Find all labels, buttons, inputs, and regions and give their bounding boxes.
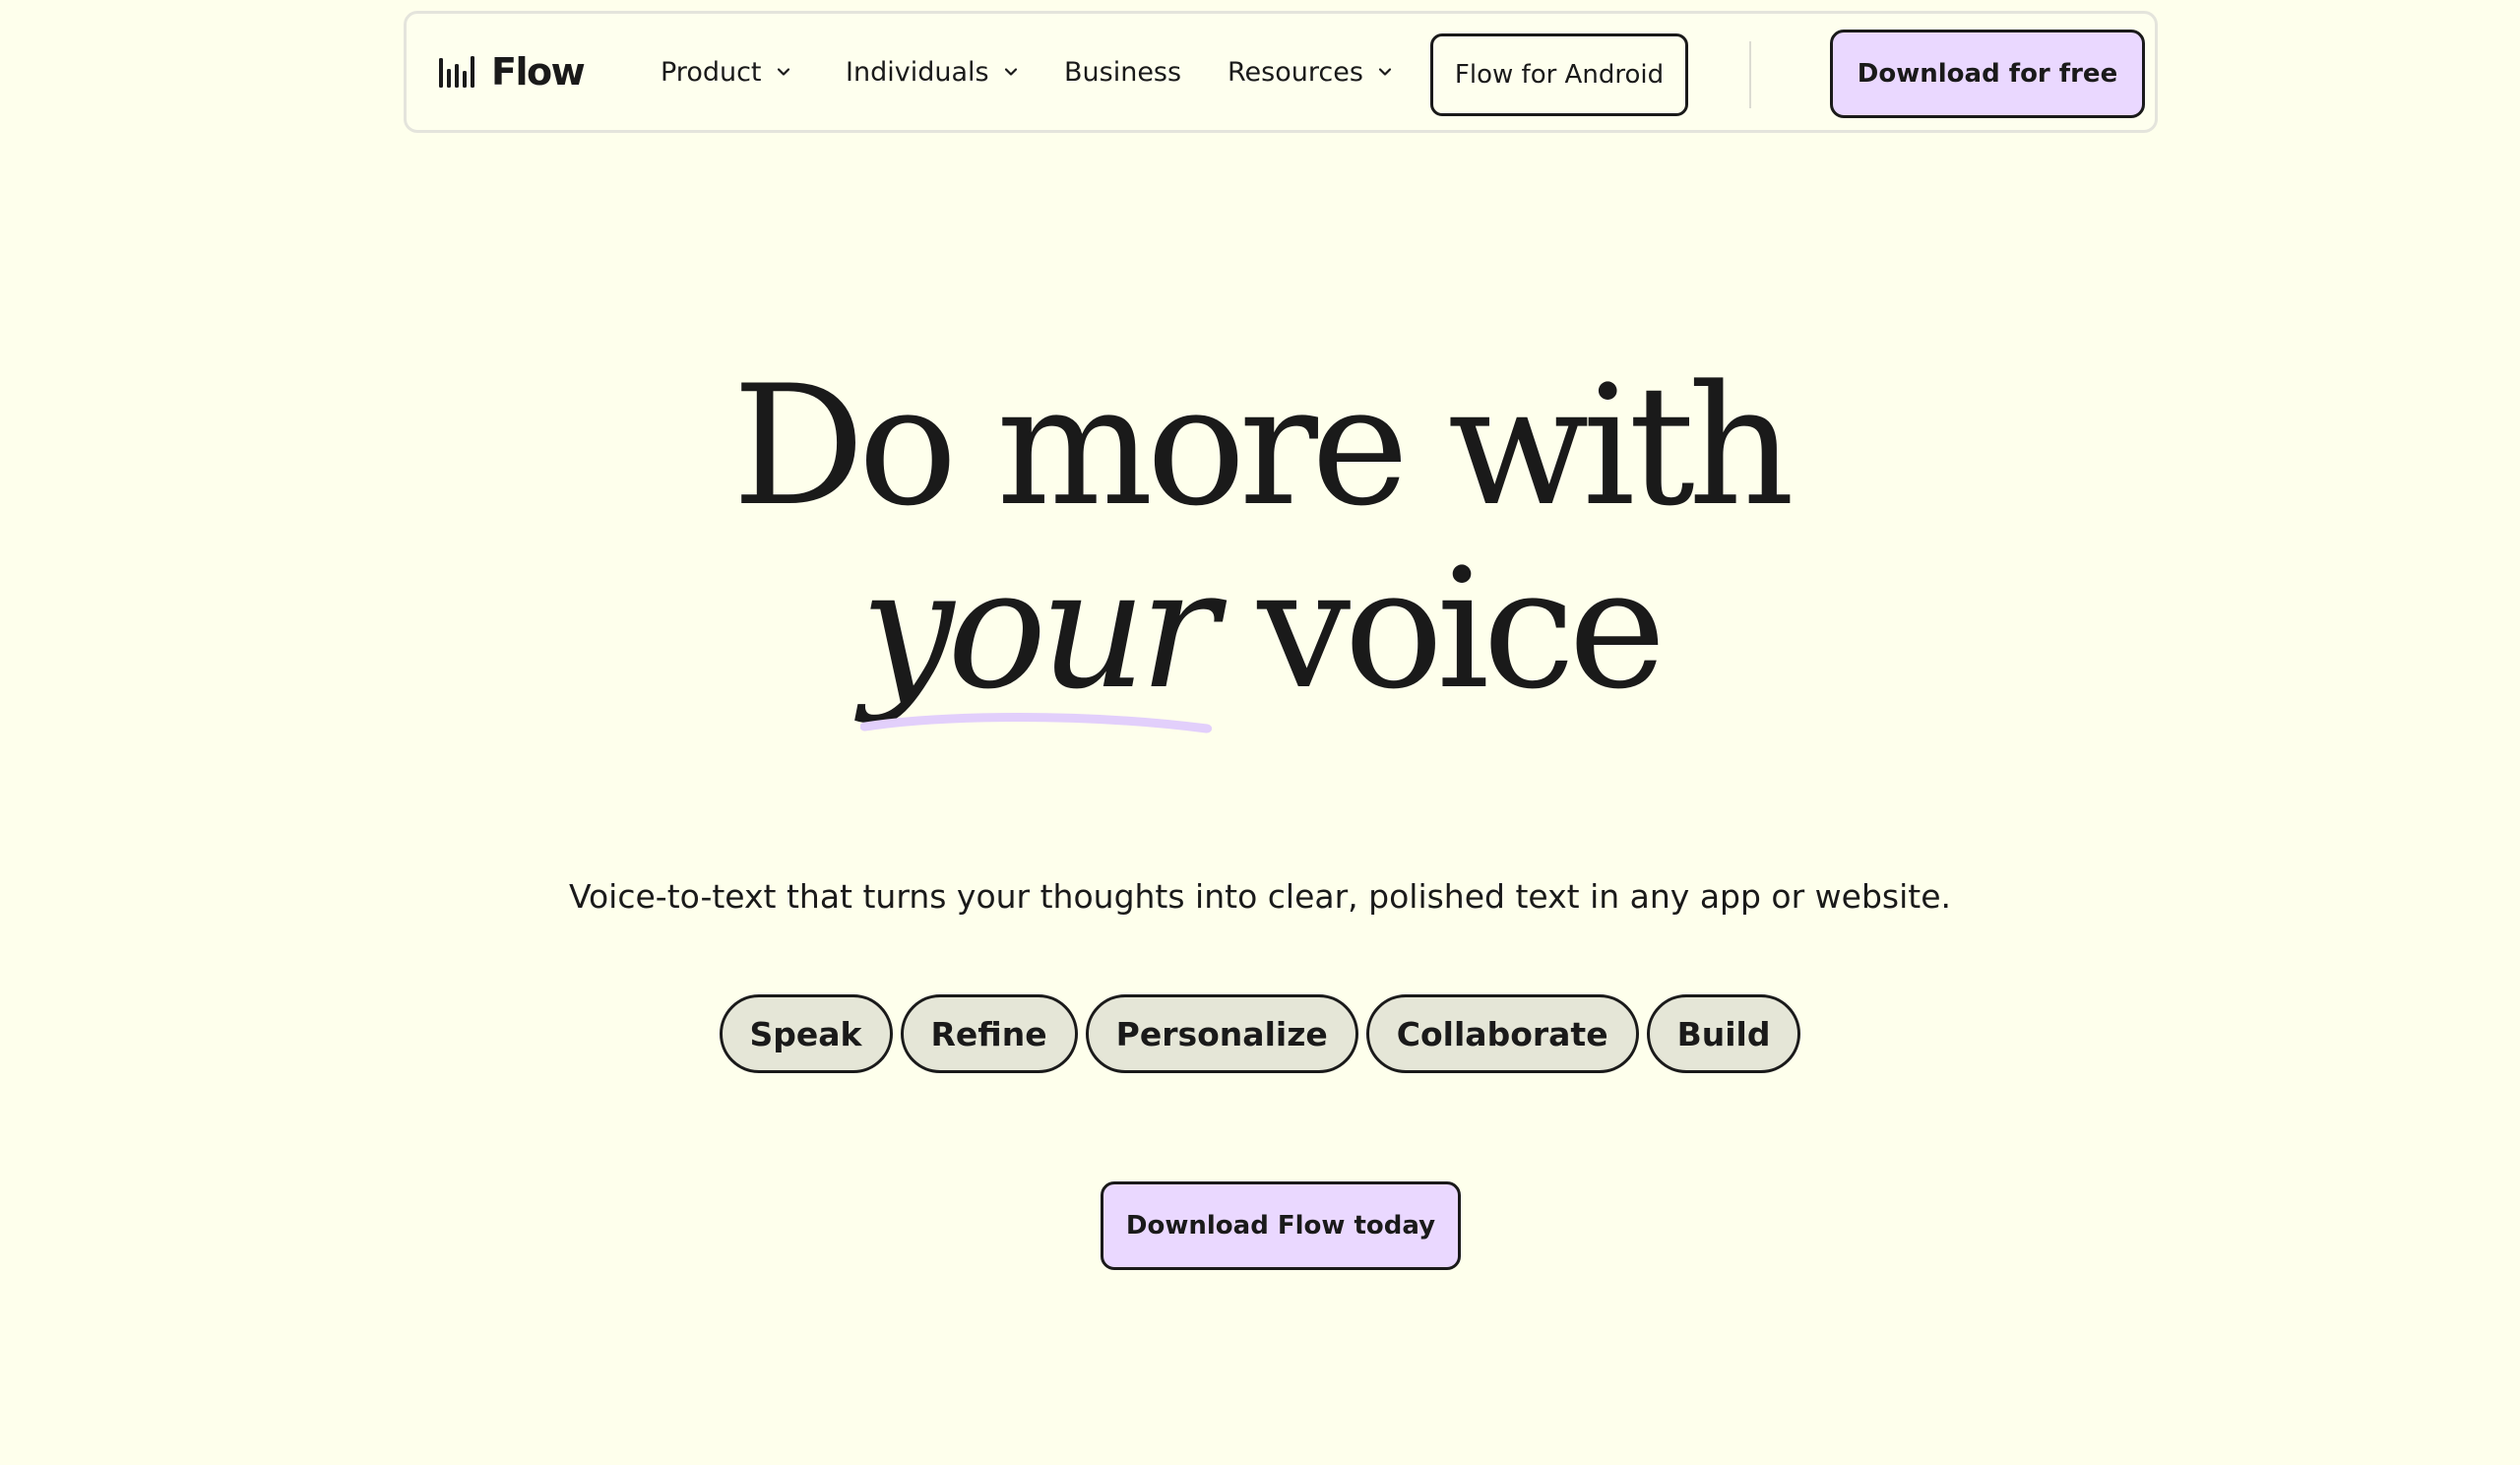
hero-title-line-1: Do more with — [731, 350, 1795, 542]
top-navbar: Flow Product Individuals Business Resour… — [404, 11, 2158, 133]
nav-item-label: Resources — [1228, 56, 1363, 88]
nav-item-product[interactable]: Product — [661, 14, 793, 130]
pill-collaborate[interactable]: Collaborate — [1365, 994, 1639, 1073]
waveform-bars-icon — [439, 56, 474, 88]
nav-item-label: Business — [1064, 56, 1182, 88]
pill-refine[interactable]: Refine — [900, 994, 1078, 1073]
download-for-free-button[interactable]: Download for free — [1830, 30, 2145, 118]
nav-item-business[interactable]: Business — [1064, 14, 1181, 130]
chevron-down-icon — [1378, 68, 1391, 76]
nav-divider — [1749, 41, 1751, 108]
nav-item-individuals[interactable]: Individuals — [846, 14, 1021, 130]
pill-personalize[interactable]: Personalize — [1085, 994, 1358, 1073]
pill-speak[interactable]: Speak — [719, 994, 893, 1073]
hero-title-accent-word: your — [860, 533, 1219, 726]
hero-subtitle: Voice-to-text that turns your thoughts i… — [568, 877, 1951, 916]
flow-logo-link[interactable]: Flow — [438, 14, 586, 130]
hero-title-accent: your — [860, 538, 1219, 733]
brand-name: Flow — [491, 50, 586, 94]
download-flow-today-button[interactable]: Download Flow today — [1101, 1181, 1461, 1270]
hero-title-line-2: your voice — [0, 538, 2520, 733]
flow-for-android-button[interactable]: Flow for Android — [1430, 33, 1688, 116]
chevron-down-icon — [777, 68, 789, 76]
nav-item-label: Product — [661, 56, 762, 88]
hero-title: Do more with your voice — [0, 350, 2520, 733]
feature-pills: Speak Refine Personalize Collaborate Bui… — [0, 994, 2520, 1073]
nav-item-resources[interactable]: Resources — [1228, 14, 1395, 130]
pill-build[interactable]: Build — [1646, 994, 1801, 1073]
nav-item-label: Individuals — [846, 56, 989, 88]
hero-title-line-2-rest: voice — [1257, 533, 1666, 726]
chevron-down-icon — [1004, 68, 1017, 76]
